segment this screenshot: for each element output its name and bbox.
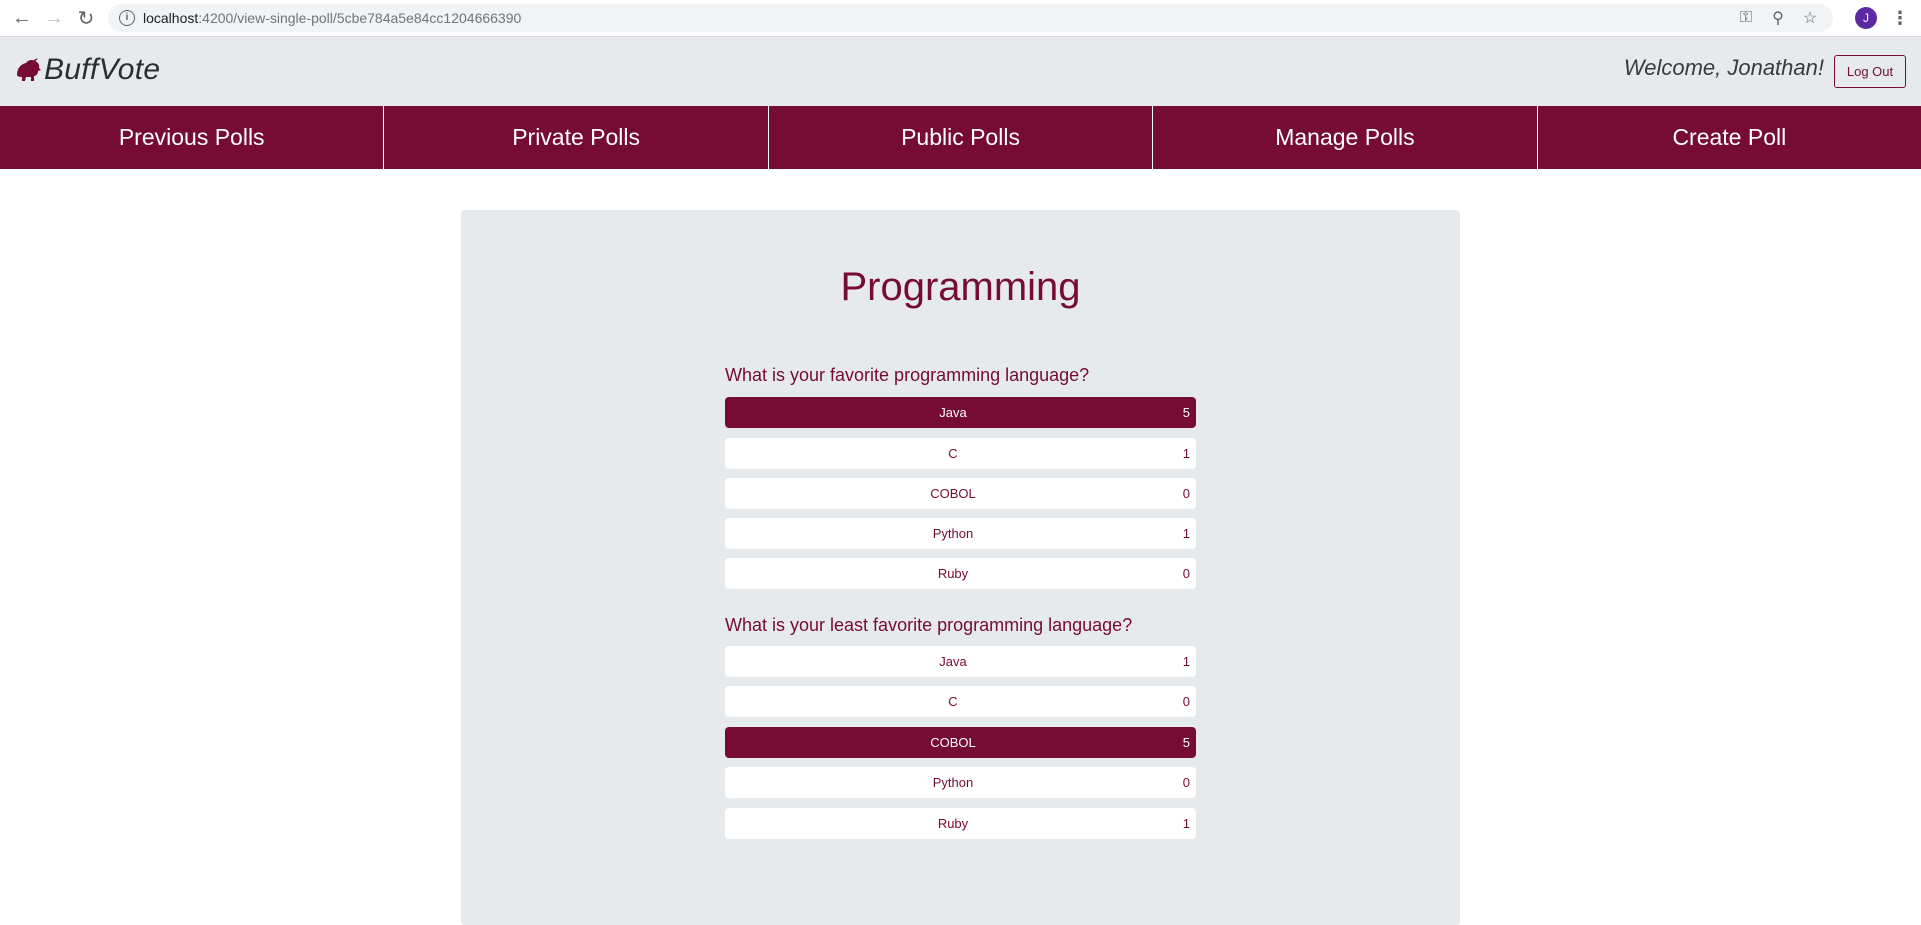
option-label: COBOL bbox=[930, 486, 976, 501]
poll-title: Programming bbox=[840, 265, 1081, 309]
browser-menu-icon[interactable]: ⋮ bbox=[1890, 6, 1910, 30]
option-c[interactable]: C 0 bbox=[725, 686, 1196, 717]
app-header: BuffVote Welcome, Jonathan! Log Out bbox=[0, 37, 1921, 106]
vote-count: 5 bbox=[1182, 405, 1190, 420]
option-java[interactable]: Java 5 bbox=[725, 397, 1196, 428]
option-label: Java bbox=[939, 405, 967, 420]
option-cobol[interactable]: COBOL 5 bbox=[725, 727, 1196, 758]
question-text: What is your favorite programming langua… bbox=[725, 365, 1090, 385]
vote-count: 0 bbox=[1182, 775, 1190, 790]
profile-avatar[interactable]: J bbox=[1855, 7, 1877, 29]
option-python[interactable]: Python 0 bbox=[725, 767, 1196, 798]
info-icon[interactable]: i bbox=[119, 10, 135, 26]
buffalo-logo-icon bbox=[17, 58, 41, 81]
option-label: Python bbox=[932, 526, 974, 541]
vote-count: 0 bbox=[1182, 486, 1190, 501]
key-icon[interactable]: ⚿ bbox=[1735, 9, 1757, 27]
option-cobol[interactable]: COBOL 0 bbox=[725, 478, 1196, 509]
url-host: localhost bbox=[143, 10, 199, 26]
vote-count: 1 bbox=[1182, 526, 1190, 541]
url-path: :4200/view-single-poll/5cbe784a5e84cc120… bbox=[198, 10, 522, 26]
question-text: What is your least favorite programming … bbox=[725, 615, 1133, 635]
brand-name: BuffVote bbox=[44, 53, 161, 86]
tab-public-polls[interactable]: Public Polls bbox=[769, 106, 1154, 169]
option-label: Python bbox=[932, 775, 974, 790]
vote-count: 1 bbox=[1182, 446, 1190, 461]
tab-manage-polls[interactable]: Manage Polls bbox=[1153, 106, 1538, 169]
brand[interactable]: BuffVote bbox=[14, 53, 160, 87]
option-label: Ruby bbox=[937, 816, 969, 831]
tab-private-polls[interactable]: Private Polls bbox=[384, 106, 769, 169]
vote-count: 5 bbox=[1182, 735, 1190, 750]
option-java[interactable]: Java 1 bbox=[725, 646, 1196, 677]
forward-arrow-icon[interactable]: → bbox=[38, 2, 70, 34]
option-c[interactable]: C 1 bbox=[725, 438, 1196, 469]
option-label: C bbox=[948, 446, 958, 461]
tab-create-poll[interactable]: Create Poll bbox=[1538, 106, 1921, 169]
option-label: Ruby bbox=[937, 566, 969, 581]
zoom-icon[interactable]: ⚲ bbox=[1767, 8, 1789, 28]
reload-icon[interactable]: ↻ bbox=[70, 2, 102, 34]
option-python[interactable]: Python 1 bbox=[725, 518, 1196, 549]
main-nav: Previous Polls Private Polls Public Poll… bbox=[0, 106, 1921, 169]
option-label: C bbox=[948, 694, 958, 709]
option-ruby[interactable]: Ruby 0 bbox=[725, 558, 1196, 589]
option-ruby[interactable]: Ruby 1 bbox=[725, 808, 1196, 839]
star-icon[interactable]: ☆ bbox=[1799, 8, 1821, 28]
back-arrow-icon[interactable]: ← bbox=[6, 2, 38, 34]
vote-count: 0 bbox=[1182, 694, 1190, 709]
option-label: COBOL bbox=[930, 735, 976, 750]
welcome-message: Welcome, Jonathan! bbox=[1623, 55, 1824, 80]
poll-card: Programming What is your favorite progra… bbox=[461, 210, 1460, 925]
address-bar[interactable]: i localhost:4200/view-single-poll/5cbe78… bbox=[108, 4, 1833, 32]
browser-toolbar: ← → ↻ i localhost:4200/view-single-poll/… bbox=[0, 0, 1921, 37]
vote-count: 1 bbox=[1182, 654, 1190, 669]
vote-count: 1 bbox=[1182, 816, 1190, 831]
vote-count: 0 bbox=[1182, 566, 1190, 581]
tab-previous-polls[interactable]: Previous Polls bbox=[0, 106, 385, 169]
option-label: Java bbox=[939, 654, 967, 669]
logout-button[interactable]: Log Out bbox=[1834, 55, 1906, 88]
